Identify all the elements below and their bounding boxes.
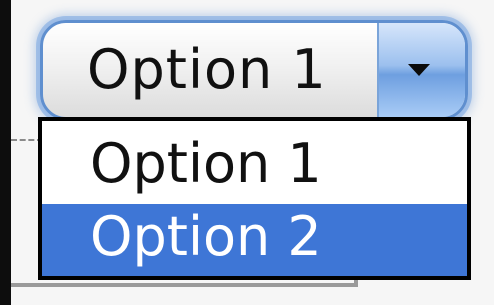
select-arrow-button[interactable] bbox=[377, 23, 465, 117]
option-select-button[interactable]: Option 1 bbox=[40, 20, 468, 120]
frame-line-bottom bbox=[11, 283, 358, 287]
dropdown-option-1[interactable]: Option 1 bbox=[42, 137, 467, 207]
dropdown-list: Option 1 Option 2 bbox=[38, 117, 471, 280]
screen: Option 1 Option 1 Option 2 bbox=[0, 0, 494, 305]
dropdown-option-2[interactable]: Option 2 bbox=[42, 204, 467, 276]
select-current-value: Option 1 bbox=[87, 38, 327, 101]
chevron-down-icon bbox=[408, 64, 430, 76]
